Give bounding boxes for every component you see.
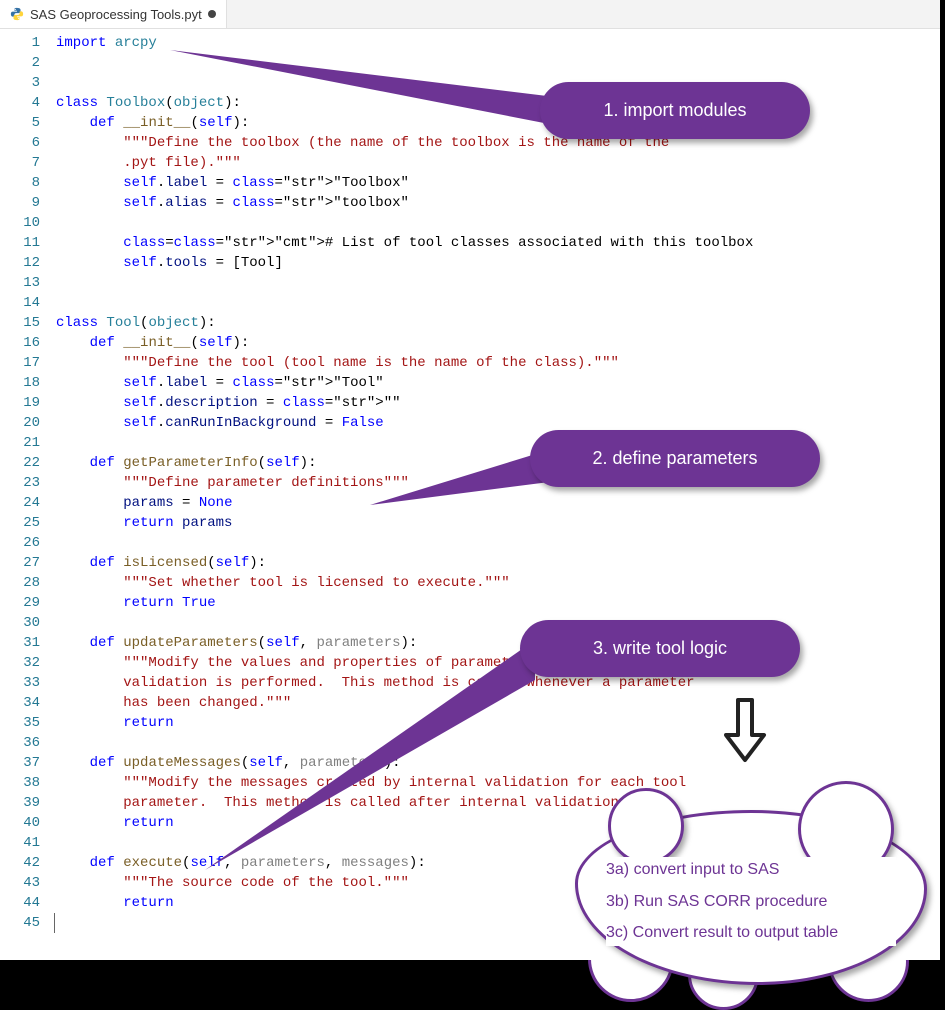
tab-bar: SAS Geoprocessing Tools.pyt [0,0,940,29]
callout-2: 2. define parameters [530,430,820,487]
line-number-gutter: 1234567891011121314151617181920212223242… [0,29,56,937]
callout-pointer-1 [170,50,590,170]
modified-indicator-icon [208,10,216,18]
file-tab[interactable]: SAS Geoprocessing Tools.pyt [0,0,227,28]
cloud-step-b: 3b) Run SAS CORR procedure [606,889,896,915]
callout-1: 1. import modules [540,82,810,139]
cloud-step-a: 3a) convert input to SAS [606,857,896,883]
callout-3: 3. write tool logic [520,620,800,677]
python-icon [10,7,24,21]
callout-pointer-3 [205,640,545,880]
cloud-step-c: 3c) Convert result to output table [606,920,896,946]
tab-filename: SAS Geoprocessing Tools.pyt [30,7,202,22]
arrow-down-icon [720,695,770,778]
